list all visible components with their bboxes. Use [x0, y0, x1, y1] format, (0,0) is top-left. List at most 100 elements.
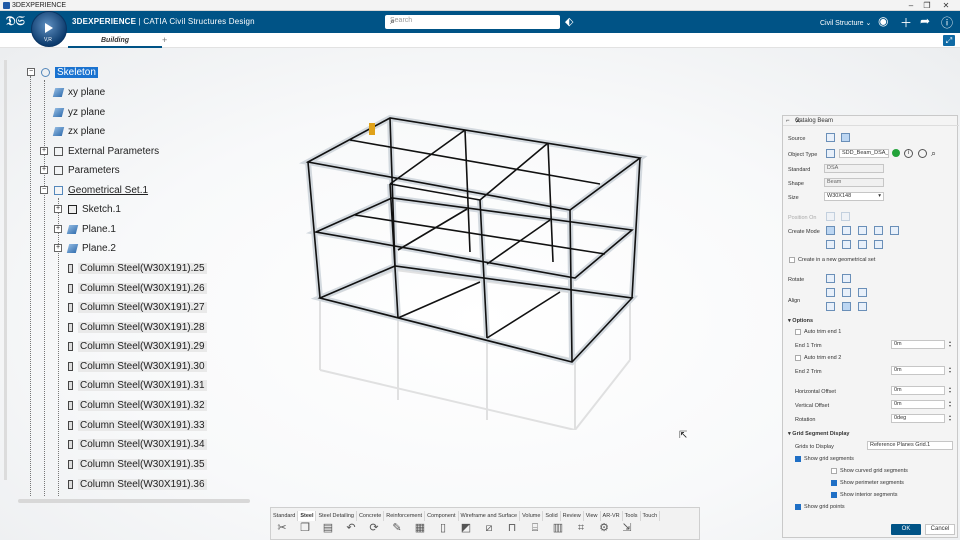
- tree-vertical-scrollbar[interactable]: [4, 60, 7, 480]
- tree-item-column[interactable]: Column Steel(W30X191).32: [68, 397, 207, 415]
- end1-trim-spinner[interactable]: ▴ ▾: [947, 340, 953, 349]
- add-icon[interactable]: ＋: [900, 14, 912, 31]
- settings-icon[interactable]: [918, 149, 927, 158]
- collapse-icon[interactable]: −: [27, 68, 35, 77]
- auto-trim-end2-checkbox[interactable]: [795, 355, 801, 361]
- tree-item-column[interactable]: Column Steel(W30X191).30: [68, 358, 207, 376]
- create-mode-grid4-icon[interactable]: [826, 240, 835, 249]
- tree-item-column[interactable]: Column Steel(W30X191).36: [68, 476, 207, 494]
- show-grid-points-checkbox[interactable]: [795, 504, 801, 510]
- structure-icon[interactable]: ⌗: [574, 521, 588, 535]
- create-in-new-set-checkbox[interactable]: [789, 257, 795, 263]
- horizontal-offset-field[interactable]: 0m: [891, 386, 945, 395]
- beam-icon[interactable]: ◩: [459, 521, 473, 535]
- show-curved-checkbox[interactable]: [831, 468, 837, 474]
- share-icon[interactable]: ➦: [920, 14, 930, 28]
- tree-item-column[interactable]: Column Steel(W30X191).28: [68, 319, 207, 337]
- create-mode-point-icon[interactable]: [826, 226, 835, 235]
- tab-building[interactable]: Building: [68, 33, 162, 48]
- cancel-button[interactable]: Cancel: [925, 524, 955, 535]
- object-type-icon[interactable]: [826, 149, 835, 158]
- tree-item-column[interactable]: Column Steel(W30X191).27: [68, 299, 207, 317]
- tree-item-plane-1[interactable]: + Plane.1: [54, 221, 116, 239]
- vertical-offset-field[interactable]: 0m: [891, 400, 945, 409]
- align-center-icon[interactable]: [842, 302, 851, 311]
- tab-reinforcement[interactable]: Reinforcement: [384, 511, 426, 521]
- fullscreen-icon[interactable]: ⤢: [943, 35, 955, 46]
- size-dropdown[interactable]: W30X148 ▾: [824, 192, 884, 201]
- column-icon[interactable]: ▯: [436, 521, 450, 535]
- tag-icon[interactable]: ⬖: [565, 15, 573, 28]
- search-icon[interactable]: ⌕: [390, 16, 400, 26]
- grids-to-display-field[interactable]: Reference Planes Grid.1: [867, 441, 953, 450]
- tree-item-parameters[interactable]: + Parameters: [40, 162, 120, 180]
- align-right-icon[interactable]: [858, 302, 867, 311]
- tab-volume[interactable]: Volume: [520, 511, 544, 521]
- add-tab-button[interactable]: +: [162, 33, 172, 48]
- rotate-cw-icon[interactable]: [826, 274, 835, 283]
- close-window-button[interactable]: ✕: [938, 0, 954, 11]
- edit-icon[interactable]: ✎: [390, 521, 404, 535]
- tree-item-column[interactable]: Column Steel(W30X191).25: [68, 260, 207, 278]
- tree-item-zx-plane[interactable]: zx plane: [52, 123, 105, 141]
- tree-item-skeleton[interactable]: − Skeleton: [27, 64, 98, 82]
- show-grid-segments-checkbox[interactable]: [795, 456, 801, 462]
- tab-wireframe-surface[interactable]: Wireframe and Surface: [459, 511, 521, 521]
- tab-component[interactable]: Component: [425, 511, 459, 521]
- paste-icon[interactable]: ▤: [321, 521, 335, 535]
- auto-trim-end1-checkbox[interactable]: [795, 329, 801, 335]
- grid-icon[interactable]: ▦: [413, 521, 427, 535]
- tree-item-geometrical-set[interactable]: − Geometrical Set.1: [40, 182, 148, 200]
- expand-icon[interactable]: +: [54, 244, 62, 253]
- tab-steel-detailing[interactable]: Steel Detailing: [316, 511, 357, 521]
- create-mode-grid6-icon[interactable]: [858, 240, 867, 249]
- cut-icon[interactable]: ✂: [275, 521, 289, 535]
- tree-item-column[interactable]: Column Steel(W30X191).26: [68, 280, 207, 298]
- tree-item-plane-2[interactable]: + Plane.2: [54, 240, 116, 258]
- minimize-button[interactable]: –: [903, 0, 919, 11]
- standard-field[interactable]: DSA: [824, 164, 884, 173]
- help-icon[interactable]: ⓘ: [941, 14, 953, 31]
- search-icon[interactable]: ⌕: [931, 148, 936, 159]
- expand-icon[interactable]: +: [40, 147, 48, 156]
- tab-review[interactable]: Review: [561, 511, 584, 521]
- tab-standard[interactable]: Standard: [271, 511, 299, 521]
- stair-icon[interactable]: ⌸: [528, 521, 542, 535]
- create-mode-grid2-icon[interactable]: [874, 226, 883, 235]
- rotation-field[interactable]: 0deg: [891, 414, 945, 423]
- options-section-header[interactable]: ▾ Options: [788, 318, 813, 324]
- export-icon[interactable]: ⇲: [620, 521, 634, 535]
- ok-button[interactable]: OK: [891, 524, 921, 535]
- tree-item-sketch[interactable]: + Sketch.1: [54, 201, 121, 219]
- close-icon[interactable]: ✕: [795, 117, 956, 125]
- tree-item-column[interactable]: Column Steel(W30X191).33: [68, 417, 207, 435]
- horizontal-offset-spinner[interactable]: ▴ ▾: [947, 386, 953, 395]
- tab-concrete[interactable]: Concrete: [357, 511, 385, 521]
- tab-tools[interactable]: Tools: [623, 511, 641, 521]
- collaborative-space-selector[interactable]: Civil Structure ⌄: [820, 19, 871, 27]
- expand-icon[interactable]: +: [54, 225, 62, 234]
- tab-steel[interactable]: Steel: [298, 511, 317, 521]
- info-icon[interactable]: i: [904, 149, 913, 158]
- end1-trim-field[interactable]: 0m: [891, 340, 945, 349]
- tree-item-xy-plane[interactable]: xy plane: [52, 84, 105, 102]
- compass-widget[interactable]: V,R: [31, 11, 67, 47]
- tree-item-column[interactable]: Column Steel(W30X191).35: [68, 456, 207, 474]
- maximize-button[interactable]: ❐: [919, 0, 935, 11]
- rotate-ccw-icon[interactable]: [842, 274, 851, 283]
- tree-item-column[interactable]: Column Steel(W30X191).29: [68, 338, 207, 356]
- create-mode-grid5-icon[interactable]: [842, 240, 851, 249]
- object-type-field[interactable]: SDD_Beam_DSA_1: [839, 149, 889, 158]
- catalog-icon[interactable]: [826, 133, 835, 142]
- catalog-browse-icon[interactable]: [841, 133, 850, 142]
- copy-icon[interactable]: ❐: [298, 521, 312, 535]
- settings-icon[interactable]: ⚙: [597, 521, 611, 535]
- search-input[interactable]: Search ⌕: [385, 15, 560, 29]
- expand-icon[interactable]: +: [40, 166, 48, 175]
- expand-icon[interactable]: +: [54, 205, 62, 214]
- brace-icon[interactable]: ⧄: [482, 521, 496, 535]
- shape-field[interactable]: Beam: [824, 178, 884, 187]
- undo-icon[interactable]: ↶: [344, 521, 358, 535]
- rotation-spinner[interactable]: ▴ ▾: [947, 414, 953, 423]
- create-mode-grid3-icon[interactable]: [890, 226, 899, 235]
